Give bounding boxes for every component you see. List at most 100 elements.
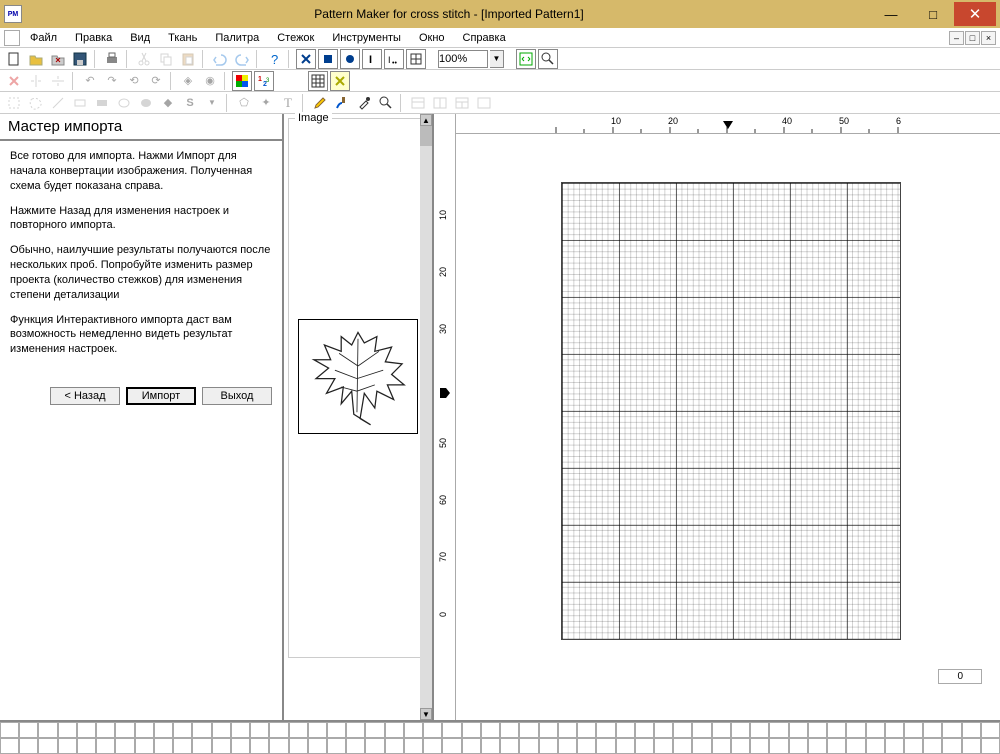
- view-io-button[interactable]: I••: [384, 49, 404, 69]
- tool-brush[interactable]: [332, 93, 352, 113]
- tb2-palette[interactable]: [232, 71, 252, 91]
- horizontal-ruler: 10 20 40 50 6: [456, 114, 1000, 134]
- tool-star[interactable]: ✦: [256, 93, 276, 113]
- tb2-rotate3[interactable]: ⟳: [146, 71, 166, 91]
- close-doc-button[interactable]: [48, 49, 68, 69]
- tool-rect-fill[interactable]: [92, 93, 112, 113]
- tool-ellipse-fill[interactable]: [136, 93, 156, 113]
- scroll-up-button[interactable]: ▲: [420, 114, 432, 126]
- import-button[interactable]: Импорт: [126, 387, 196, 405]
- tool-select-free[interactable]: [26, 93, 46, 113]
- zoom-tool-button[interactable]: [538, 49, 558, 69]
- redo-button[interactable]: [232, 49, 252, 69]
- tb2-fliph[interactable]: [26, 71, 46, 91]
- exit-button[interactable]: Выход: [202, 387, 272, 405]
- titlebar: PM Pattern Maker for cross stitch - [Imp…: [0, 0, 1000, 28]
- tool-select-rect[interactable]: [4, 93, 24, 113]
- tool-line[interactable]: [48, 93, 68, 113]
- view-square-button[interactable]: [318, 49, 338, 69]
- tool-ellipse[interactable]: [114, 93, 134, 113]
- menu-window[interactable]: Окно: [411, 30, 453, 46]
- toolbar-2: ↶ ↷ ⟲ ⟳ ◈ ◉ 123: [0, 70, 1000, 92]
- svg-text:?: ?: [271, 52, 278, 66]
- tb2-numbers[interactable]: 123: [254, 71, 274, 91]
- undo-button[interactable]: [210, 49, 230, 69]
- tb2-rotate2[interactable]: ⟲: [124, 71, 144, 91]
- tb2-delete[interactable]: [4, 71, 24, 91]
- image-group-label: Image: [295, 112, 332, 124]
- view-i-button[interactable]: I: [362, 49, 382, 69]
- view-circle-button[interactable]: [340, 49, 360, 69]
- tb2-flipv[interactable]: [48, 71, 68, 91]
- menu-palette[interactable]: Палитра: [207, 30, 267, 46]
- tb2-center2[interactable]: ◉: [200, 71, 220, 91]
- print-button[interactable]: [102, 49, 122, 69]
- tool-text[interactable]: T: [278, 93, 298, 113]
- help-button[interactable]: ?: [264, 49, 284, 69]
- toolbar-tools: ◆ S ▼ ⬠ ✦ T: [0, 92, 1000, 114]
- menu-stitch[interactable]: Стежок: [269, 30, 322, 46]
- view-x-button[interactable]: [296, 49, 316, 69]
- leaf-icon: [303, 324, 413, 429]
- vertical-ruler: 10 20 30 50 60 70 0: [434, 114, 456, 720]
- wizard-paragraph-1: Все готово для импорта. Нажми Импорт для…: [10, 149, 272, 194]
- back-button[interactable]: < Назад: [50, 387, 120, 405]
- minimize-button[interactable]: —: [870, 2, 912, 26]
- scroll-down-button[interactable]: ▼: [420, 708, 432, 720]
- view-grid-button[interactable]: [406, 49, 426, 69]
- tool-rect[interactable]: [70, 93, 90, 113]
- new-button[interactable]: [4, 49, 24, 69]
- document-icon: [4, 30, 20, 46]
- tool-layout1[interactable]: [408, 93, 428, 113]
- tool-zoom[interactable]: [376, 93, 396, 113]
- tool-pencil[interactable]: [310, 93, 330, 113]
- copy-button[interactable]: [156, 49, 176, 69]
- wizard-title: Мастер импорта: [0, 114, 282, 141]
- zoom-fit-button[interactable]: [516, 49, 536, 69]
- menu-tools[interactable]: Инструменты: [324, 30, 409, 46]
- menu-file[interactable]: Файл: [22, 30, 65, 46]
- tb2-grid-toggle[interactable]: [308, 71, 328, 91]
- tool-s[interactable]: S: [180, 93, 200, 113]
- wizard-paragraph-2: Нажмите Назад для изменения настроек и п…: [10, 204, 272, 234]
- open-button[interactable]: [26, 49, 46, 69]
- canvas-panel: 10 20 30 50 60 70 0 10 20 40 50 6: [434, 114, 1000, 720]
- tool-layout3[interactable]: [452, 93, 472, 113]
- close-button[interactable]: ✕: [954, 2, 996, 26]
- menu-edit[interactable]: Правка: [67, 30, 120, 46]
- zoom-dropdown[interactable]: ▼: [490, 50, 504, 68]
- menu-fabric[interactable]: Ткань: [160, 30, 205, 46]
- tool-polygon[interactable]: ⬠: [234, 93, 254, 113]
- paste-button[interactable]: [178, 49, 198, 69]
- palette-row-1[interactable]: [0, 722, 1000, 738]
- coord-display: 0: [938, 669, 982, 684]
- mdi-close-button[interactable]: ×: [981, 31, 996, 45]
- menu-help[interactable]: Справка: [455, 30, 514, 46]
- tb2-center[interactable]: ◈: [178, 71, 198, 91]
- maximize-button[interactable]: □: [912, 2, 954, 26]
- toolbar-main: ? I I•• ▼: [0, 48, 1000, 70]
- mdi-restore-button[interactable]: □: [965, 31, 980, 45]
- window-title: Pattern Maker for cross stitch - [Import…: [28, 7, 870, 21]
- ruler-v-marker-icon: [440, 388, 450, 398]
- tool-layout2[interactable]: [430, 93, 450, 113]
- save-button[interactable]: [70, 49, 90, 69]
- tool-s-dd[interactable]: ▼: [202, 93, 222, 113]
- tb2-rotate-ccw[interactable]: ↶: [80, 71, 100, 91]
- zoom-input[interactable]: [438, 50, 488, 68]
- tb2-x-toggle[interactable]: [330, 71, 350, 91]
- canvas[interactable]: [456, 134, 1000, 720]
- tool-fill[interactable]: ◆: [158, 93, 178, 113]
- tool-layout4[interactable]: [474, 93, 494, 113]
- wizard-panel: Мастер импорта Все готово для импорта. Н…: [0, 114, 284, 720]
- tool-picker[interactable]: [354, 93, 374, 113]
- palette-row-2[interactable]: [0, 738, 1000, 754]
- image-preview: [298, 319, 418, 434]
- preview-scrollbar[interactable]: ▲ ▼: [420, 114, 432, 720]
- menu-view[interactable]: Вид: [122, 30, 158, 46]
- svg-text:1: 1: [258, 76, 262, 83]
- tb2-rotate-cw[interactable]: ↷: [102, 71, 122, 91]
- mdi-minimize-button[interactable]: –: [949, 31, 964, 45]
- svg-text:3: 3: [266, 78, 270, 84]
- cut-button[interactable]: [134, 49, 154, 69]
